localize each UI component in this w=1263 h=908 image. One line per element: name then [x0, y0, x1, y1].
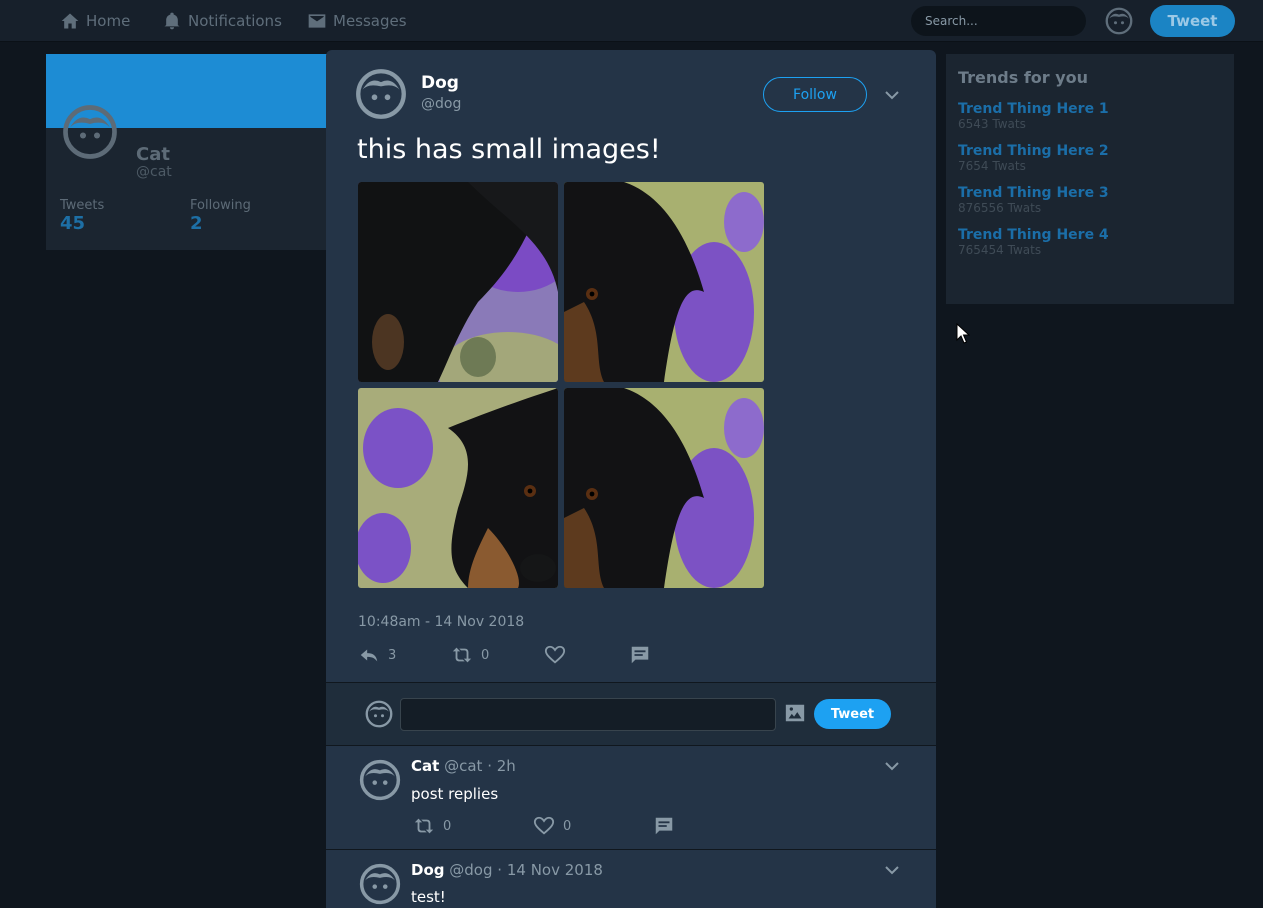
- like-count: 0: [563, 818, 572, 834]
- trend-name: Trend Thing Here 1: [958, 101, 1109, 117]
- comment-icon: [629, 644, 651, 666]
- compose-tweet-button[interactable]: Tweet: [1150, 5, 1235, 37]
- reply-author-name[interactable]: Dog: [411, 861, 445, 879]
- heart-icon: [533, 815, 555, 837]
- dog-photo-image: [564, 388, 764, 588]
- top-navigation: Home Notifications Messages Tweet: [0, 0, 1263, 42]
- reply-icon: [358, 644, 380, 666]
- reply-author-handle: @cat: [444, 757, 483, 775]
- trend-count: 876556 Twats: [958, 201, 1042, 215]
- stat-tweets-value: 45: [60, 213, 86, 234]
- user-avatar-icon: [365, 700, 393, 728]
- stat-following[interactable]: Following 2: [190, 198, 251, 234]
- reply-text: test!: [411, 888, 446, 906]
- trend-item[interactable]: Trend Thing Here 1 6543 Twats: [958, 101, 1222, 131]
- reply-count: 3: [388, 647, 397, 663]
- tweet-timestamp: 10:48am - 14 Nov 2018: [358, 614, 525, 630]
- reply-avatar-icon[interactable]: [359, 759, 401, 801]
- trends-title: Trends for you: [958, 68, 1089, 87]
- chevron-down-icon[interactable]: [884, 862, 900, 878]
- follow-button[interactable]: Follow: [763, 77, 867, 112]
- profile-card: Cat @cat Tweets 45 Following 2: [46, 54, 328, 250]
- reply-input[interactable]: [400, 698, 776, 731]
- nav-notifications-label: Notifications: [188, 12, 282, 30]
- tweet-image[interactable]: [564, 388, 764, 588]
- dog-photo-image: [358, 182, 558, 382]
- retweet-action[interactable]: 0: [451, 644, 489, 666]
- reply-author-handle: @dog: [449, 861, 493, 879]
- reply-text: post replies: [411, 785, 499, 803]
- tweet-image[interactable]: [358, 388, 558, 588]
- trend-name: Trend Thing Here 3: [958, 185, 1109, 201]
- profile-name[interactable]: Cat: [136, 144, 170, 165]
- author-handle: @dog: [421, 96, 462, 112]
- trend-name: Trend Thing Here 2: [958, 143, 1109, 159]
- chevron-down-icon[interactable]: [884, 758, 900, 774]
- reply-action[interactable]: 3: [358, 644, 396, 666]
- trend-item[interactable]: Trend Thing Here 2 7654 Twats: [958, 143, 1222, 173]
- home-icon: [61, 13, 79, 29]
- dog-photo-image: [358, 388, 558, 588]
- trend-name: Trend Thing Here 4: [958, 227, 1109, 243]
- like-action[interactable]: 0: [533, 815, 571, 837]
- nav-home-label: Home: [86, 12, 131, 30]
- separator-dot: ·: [487, 757, 497, 775]
- stat-following-value: 2: [190, 213, 203, 234]
- author-name[interactable]: Dog: [421, 73, 459, 93]
- nav-home[interactable]: Home: [60, 0, 130, 42]
- separator-dot: ·: [497, 861, 507, 879]
- tweet-image-grid: [358, 182, 764, 588]
- heart-icon: [544, 644, 566, 666]
- trend-item[interactable]: Trend Thing Here 4 765454 Twats: [958, 227, 1222, 257]
- stat-tweets[interactable]: Tweets 45: [60, 198, 104, 234]
- image-upload-icon[interactable]: [784, 702, 806, 724]
- reply-tweet[interactable]: Cat @cat · 2h post replies 0 0: [326, 746, 936, 849]
- tweet-detail-modal: Dog @dog Follow this has small images! 1…: [326, 50, 936, 908]
- chevron-down-icon[interactable]: [884, 87, 900, 103]
- message-action[interactable]: [653, 815, 683, 837]
- dog-photo-image: [564, 182, 764, 382]
- reply-tweet-button[interactable]: Tweet: [814, 699, 891, 729]
- retweet-icon: [451, 644, 473, 666]
- retweet-icon: [413, 815, 435, 837]
- mouse-cursor-icon: [956, 323, 970, 344]
- trend-count: 7654 Twats: [958, 159, 1026, 173]
- tweet-image[interactable]: [358, 182, 558, 382]
- profile-avatar-icon[interactable]: [62, 104, 118, 160]
- trends-panel: Trends for you Trend Thing Here 1 6543 T…: [946, 54, 1234, 304]
- reply-header: Cat @cat · 2h: [411, 757, 516, 775]
- trend-item[interactable]: Trend Thing Here 3 876556 Twats: [958, 185, 1222, 215]
- bell-icon: [164, 12, 180, 30]
- search-input[interactable]: [911, 6, 1086, 36]
- reply-tweet[interactable]: Dog @dog · 14 Nov 2018 test!: [326, 850, 936, 908]
- author-avatar-icon[interactable]: [355, 68, 407, 120]
- comment-icon: [653, 815, 675, 837]
- reply-avatar-icon[interactable]: [359, 863, 401, 905]
- envelope-icon: [308, 14, 326, 28]
- nav-messages-label: Messages: [333, 12, 407, 30]
- stat-tweets-label: Tweets: [60, 198, 105, 213]
- tweet-text: this has small images!: [357, 134, 661, 165]
- retweet-count: 0: [481, 647, 490, 663]
- retweet-count: 0: [443, 818, 452, 834]
- reply-author-name[interactable]: Cat: [411, 757, 439, 775]
- retweet-action[interactable]: 0: [413, 815, 451, 837]
- user-avatar-icon[interactable]: [1105, 7, 1133, 35]
- tweet-image[interactable]: [564, 182, 764, 382]
- nav-messages[interactable]: Messages: [307, 0, 407, 42]
- nav-notifications[interactable]: Notifications: [162, 0, 282, 42]
- profile-handle: @cat: [136, 164, 172, 180]
- reply-time: 14 Nov 2018: [506, 861, 603, 879]
- reply-composer: Tweet: [326, 683, 936, 745]
- trend-count: 765454 Twats: [958, 243, 1042, 257]
- trend-count: 6543 Twats: [958, 117, 1026, 131]
- reply-time: 2h: [496, 757, 516, 775]
- like-action[interactable]: [544, 644, 574, 666]
- message-action[interactable]: [629, 644, 659, 666]
- stat-following-label: Following: [190, 198, 251, 213]
- reply-header: Dog @dog · 14 Nov 2018: [411, 861, 603, 879]
